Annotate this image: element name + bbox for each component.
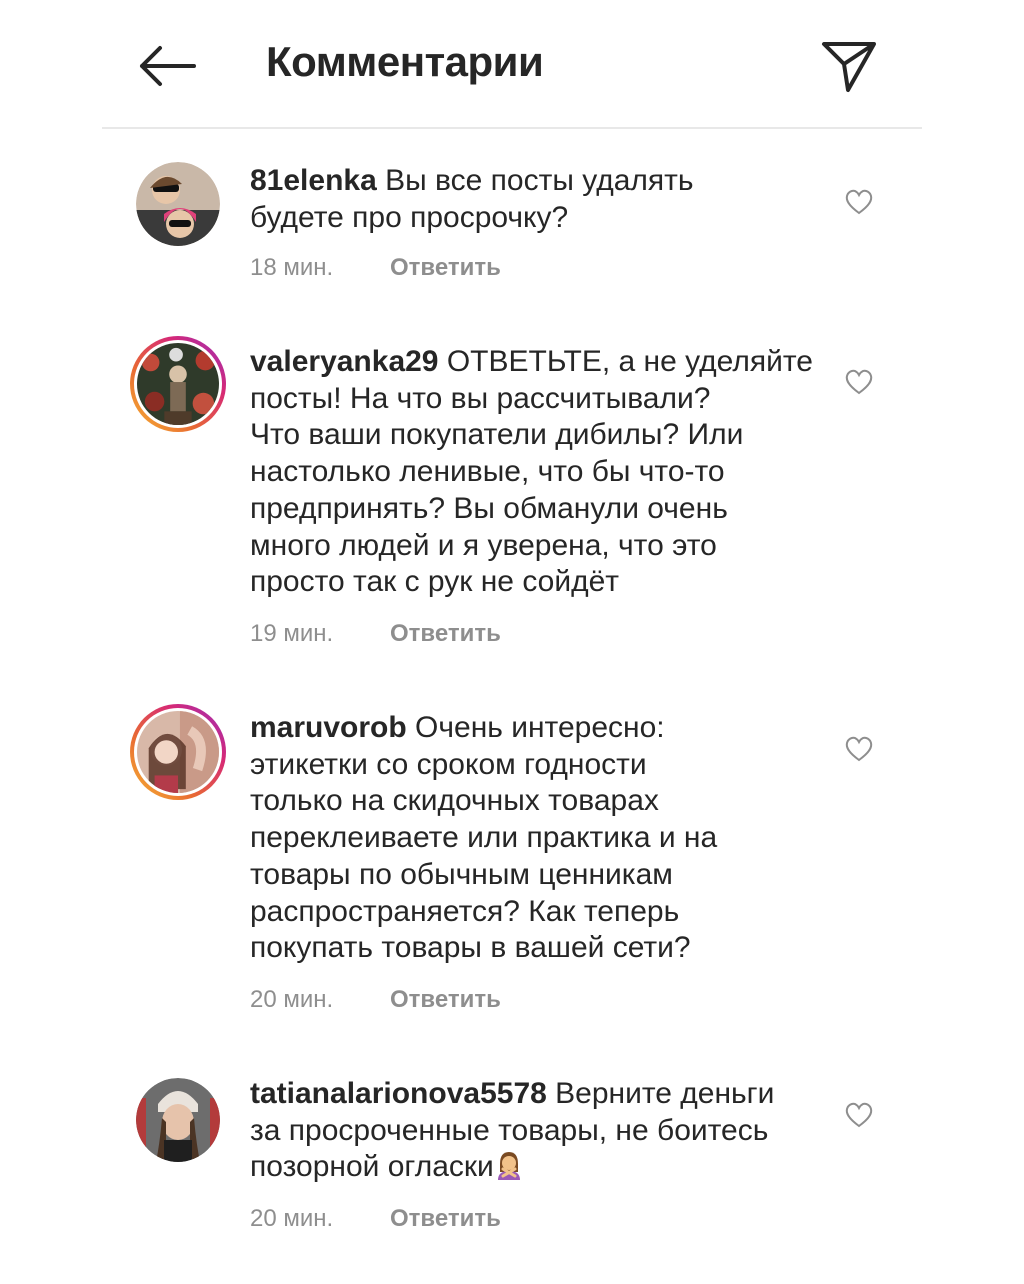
heart-icon[interactable] <box>844 1100 874 1130</box>
profile-photo-icon <box>137 711 219 793</box>
avatar[interactable] <box>136 162 220 246</box>
reply-button[interactable]: Ответить <box>390 254 501 281</box>
avatar[interactable] <box>136 1078 220 1162</box>
person-gesturing-no-emoji <box>497 1152 520 1181</box>
reply-button[interactable]: Ответить <box>390 1205 501 1232</box>
comment-text: maruvorob Очень интересно: этикетки со с… <box>250 710 820 967</box>
avatar-story-ring[interactable] <box>130 704 226 800</box>
comment-time: 20 мин. <box>250 1205 334 1232</box>
top-bar: Комментарии <box>0 0 1024 128</box>
comment-meta: 20 мин. Ответить <box>250 1205 501 1233</box>
profile-photo-icon <box>136 1078 220 1162</box>
comment-meta: 19 мин. Ответить <box>250 620 501 648</box>
reply-button[interactable]: Ответить <box>390 620 501 647</box>
avatar <box>134 340 222 428</box>
comment-time: 19 мин. <box>250 620 334 647</box>
comment-username[interactable]: valeryanka29 <box>250 345 439 378</box>
comment-text: tatianalarionova5578 Верните деньги за п… <box>250 1076 820 1186</box>
reply-button[interactable]: Ответить <box>390 986 501 1013</box>
comment-body: ОТВЕТЬТЕ, а не уделяйте посты! На что вы… <box>250 345 813 599</box>
profile-photo-icon <box>137 343 219 425</box>
comment-meta: 18 мин. Ответить <box>250 254 501 282</box>
paper-plane-icon <box>822 42 876 92</box>
comment-body: Очень интересно: этикетки со сроком годн… <box>250 711 718 965</box>
comment-username[interactable]: maruvorob <box>250 711 407 744</box>
comment-username[interactable]: 81elenka <box>250 164 377 197</box>
header-divider <box>102 127 922 129</box>
comment-username[interactable]: tatianalarionova5578 <box>250 1077 547 1110</box>
page-title: Комментарии <box>266 38 544 85</box>
heart-icon[interactable] <box>844 367 874 397</box>
comment-text: 81elenka Вы все посты удалять будете про… <box>250 163 820 236</box>
avatar-story-ring[interactable] <box>130 336 226 432</box>
share-button[interactable] <box>818 36 880 96</box>
comment-meta: 20 мин. Ответить <box>250 986 501 1014</box>
arrow-left-icon <box>140 46 196 86</box>
profile-photo-icon <box>136 162 220 246</box>
avatar <box>134 708 222 796</box>
heart-icon[interactable] <box>844 734 874 764</box>
comment-time: 20 мин. <box>250 986 334 1013</box>
comment-time: 18 мин. <box>250 254 334 281</box>
heart-icon[interactable] <box>844 187 874 217</box>
comment-text: valeryanka29 ОТВЕТЬТЕ, а не уделяйте пос… <box>250 344 820 601</box>
back-button[interactable] <box>132 36 200 96</box>
